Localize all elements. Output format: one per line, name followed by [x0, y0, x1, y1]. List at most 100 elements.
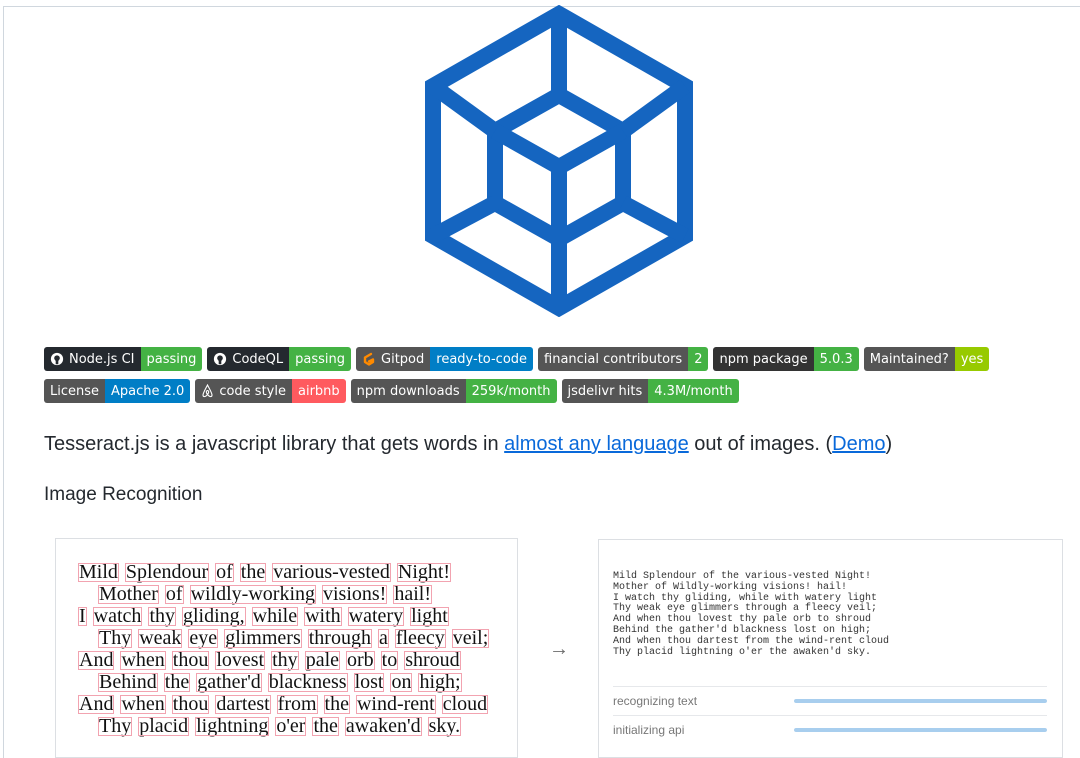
badge-jsdelivr-hits[interactable]: jsdelivr hits 4.3M/month — [561, 379, 739, 403]
progress-recognizing: recognizing text — [613, 686, 1047, 715]
ocr-line: Mother of Wildly-working visions! hail! — [613, 581, 848, 593]
intro-text: out of images. ( — [688, 433, 833, 455]
gitpod-icon — [363, 352, 375, 366]
intro-paragraph: Tesseract.js is a javascript library tha… — [44, 433, 892, 456]
badge-label: Gitpod — [381, 351, 425, 367]
word-box: various-vested — [272, 560, 391, 583]
word-box: when — [120, 692, 166, 715]
progress-bar — [794, 699, 1047, 703]
word-box: gather'd — [196, 670, 262, 693]
poem-line: And when thou lovest thy pale orb to shroud — [78, 649, 495, 671]
word-box: shroud — [404, 648, 461, 671]
word-box: placid — [138, 714, 190, 737]
badge-value: 5.0.3 — [813, 347, 859, 371]
badge-value: ready-to-code — [430, 347, 534, 371]
word-box: weak — [138, 626, 183, 649]
badge-value: yes — [954, 347, 990, 371]
word-box: hail! — [393, 582, 432, 605]
word-box: watery — [347, 604, 405, 627]
arrow-icon: → — [549, 638, 569, 660]
badge-label: jsdelivr hits — [561, 379, 649, 403]
demo-link[interactable]: Demo — [832, 433, 885, 455]
badge-gitpod[interactable]: Gitpod ready-to-code — [356, 347, 534, 371]
word-box: fleecy — [394, 626, 446, 649]
word-box: thou — [171, 648, 210, 671]
word-box: the — [239, 560, 267, 583]
word-box: the — [163, 670, 191, 693]
word-box: veil; — [451, 626, 490, 649]
scanned-poem: Mild Splendour of the various-vested Night! Mo… — [78, 561, 495, 737]
badge-maintained[interactable]: Maintained? yes — [863, 347, 990, 371]
poem-line: Mother of wildly-working visions! hail! — [78, 583, 495, 605]
progress-label: initializing api — [613, 723, 685, 737]
badge-nodejs-ci[interactable]: Node.js CI passing — [44, 347, 203, 371]
almost-any-language-link[interactable]: almost any language — [504, 433, 689, 455]
ocr-line: And when thou dartest from the wind-rent… — [613, 635, 890, 647]
word-box: the — [323, 692, 350, 715]
badge-label: Maintained? — [863, 347, 955, 371]
word-box: thy — [271, 648, 299, 671]
badge-npm-package[interactable]: npm package 5.0.3 — [713, 347, 859, 371]
github-icon — [214, 352, 227, 366]
badge-row-2: License Apache 2.0 code style airbnb npm… — [44, 379, 739, 403]
ocr-output: Mild Splendour of the various-vested Nig… — [613, 571, 890, 658]
word-box: of — [215, 560, 234, 583]
word-box: glimmers — [224, 626, 302, 649]
badge-value: passing — [289, 347, 352, 371]
badge-value: 4.3M/month — [648, 379, 739, 403]
word-box: Mild — [78, 560, 119, 583]
word-box: orb — [346, 648, 375, 671]
word-box: pale — [304, 648, 340, 671]
poem-line: Iwatch thy gliding, while with watery light — [78, 605, 495, 627]
word-box: high; — [418, 670, 462, 693]
word-box: with — [304, 604, 342, 627]
airbnb-icon — [202, 384, 213, 398]
poem-line: Behind the gather'd blackness lost on high; — [78, 671, 495, 693]
badge-value: 2 — [688, 347, 709, 371]
word-box: eye — [188, 626, 219, 649]
word-box: through — [307, 626, 372, 649]
badge-value: 259k/month — [465, 379, 557, 403]
word-box: lightning — [195, 714, 270, 737]
progress-label: recognizing text — [613, 694, 698, 708]
progress-fill — [794, 728, 1047, 732]
badge-financial-contributors[interactable]: financial contributors 2 — [538, 347, 709, 371]
word-box: watch — [92, 604, 143, 627]
badge-codeql[interactable]: CodeQL passing — [207, 347, 352, 371]
word-box: of — [164, 582, 184, 605]
word-box: sky. — [427, 714, 462, 737]
badge-license[interactable]: License Apache 2.0 — [44, 379, 191, 403]
word-box: Night! — [396, 560, 452, 583]
poem-line: And when thou dartest from the wind-rent cloud — [78, 693, 495, 715]
badge-label: npm downloads — [350, 379, 466, 403]
word-box: wind-rent — [355, 692, 436, 715]
word-box: while — [251, 604, 299, 627]
intro-text: Tesseract.js is a javascript library tha… — [44, 433, 505, 455]
word-box: wildly-working — [189, 582, 316, 605]
word-box: on — [390, 670, 413, 693]
badge-label: CodeQL — [232, 351, 284, 367]
word-box: gliding, — [182, 604, 246, 627]
word-box: visions! — [322, 582, 388, 605]
word-box: the — [312, 714, 339, 737]
badge-label: financial contributors — [538, 347, 689, 371]
ocr-result-panel: Mild Splendour of the various-vested Nig… — [598, 539, 1063, 758]
badge-label: License — [44, 379, 106, 403]
word-box: to — [380, 648, 399, 671]
word-box: Thy — [98, 714, 133, 737]
input-image-panel: Mild Splendour of the various-vested Night! Mo… — [55, 538, 518, 758]
badge-code-style[interactable]: code style airbnb — [195, 379, 346, 403]
word-box: thou — [171, 692, 210, 715]
badge-npm-downloads[interactable]: npm downloads 259k/month — [350, 379, 557, 403]
word-box: from — [276, 692, 318, 715]
word-box: light — [410, 604, 449, 627]
ocr-line: Thy placid lightning o'er the awaken'd s… — [613, 646, 872, 658]
progress-bar — [794, 728, 1047, 732]
tesseract-logo — [425, 5, 693, 317]
intro-text: ) — [885, 433, 893, 455]
poem-line: Thy weak eye glimmers through a fleecy veil; — [78, 627, 495, 649]
badge-value: passing — [140, 347, 203, 371]
progress-fill — [794, 699, 1047, 703]
word-box: o'er — [275, 714, 307, 737]
word-box: I — [78, 604, 87, 627]
